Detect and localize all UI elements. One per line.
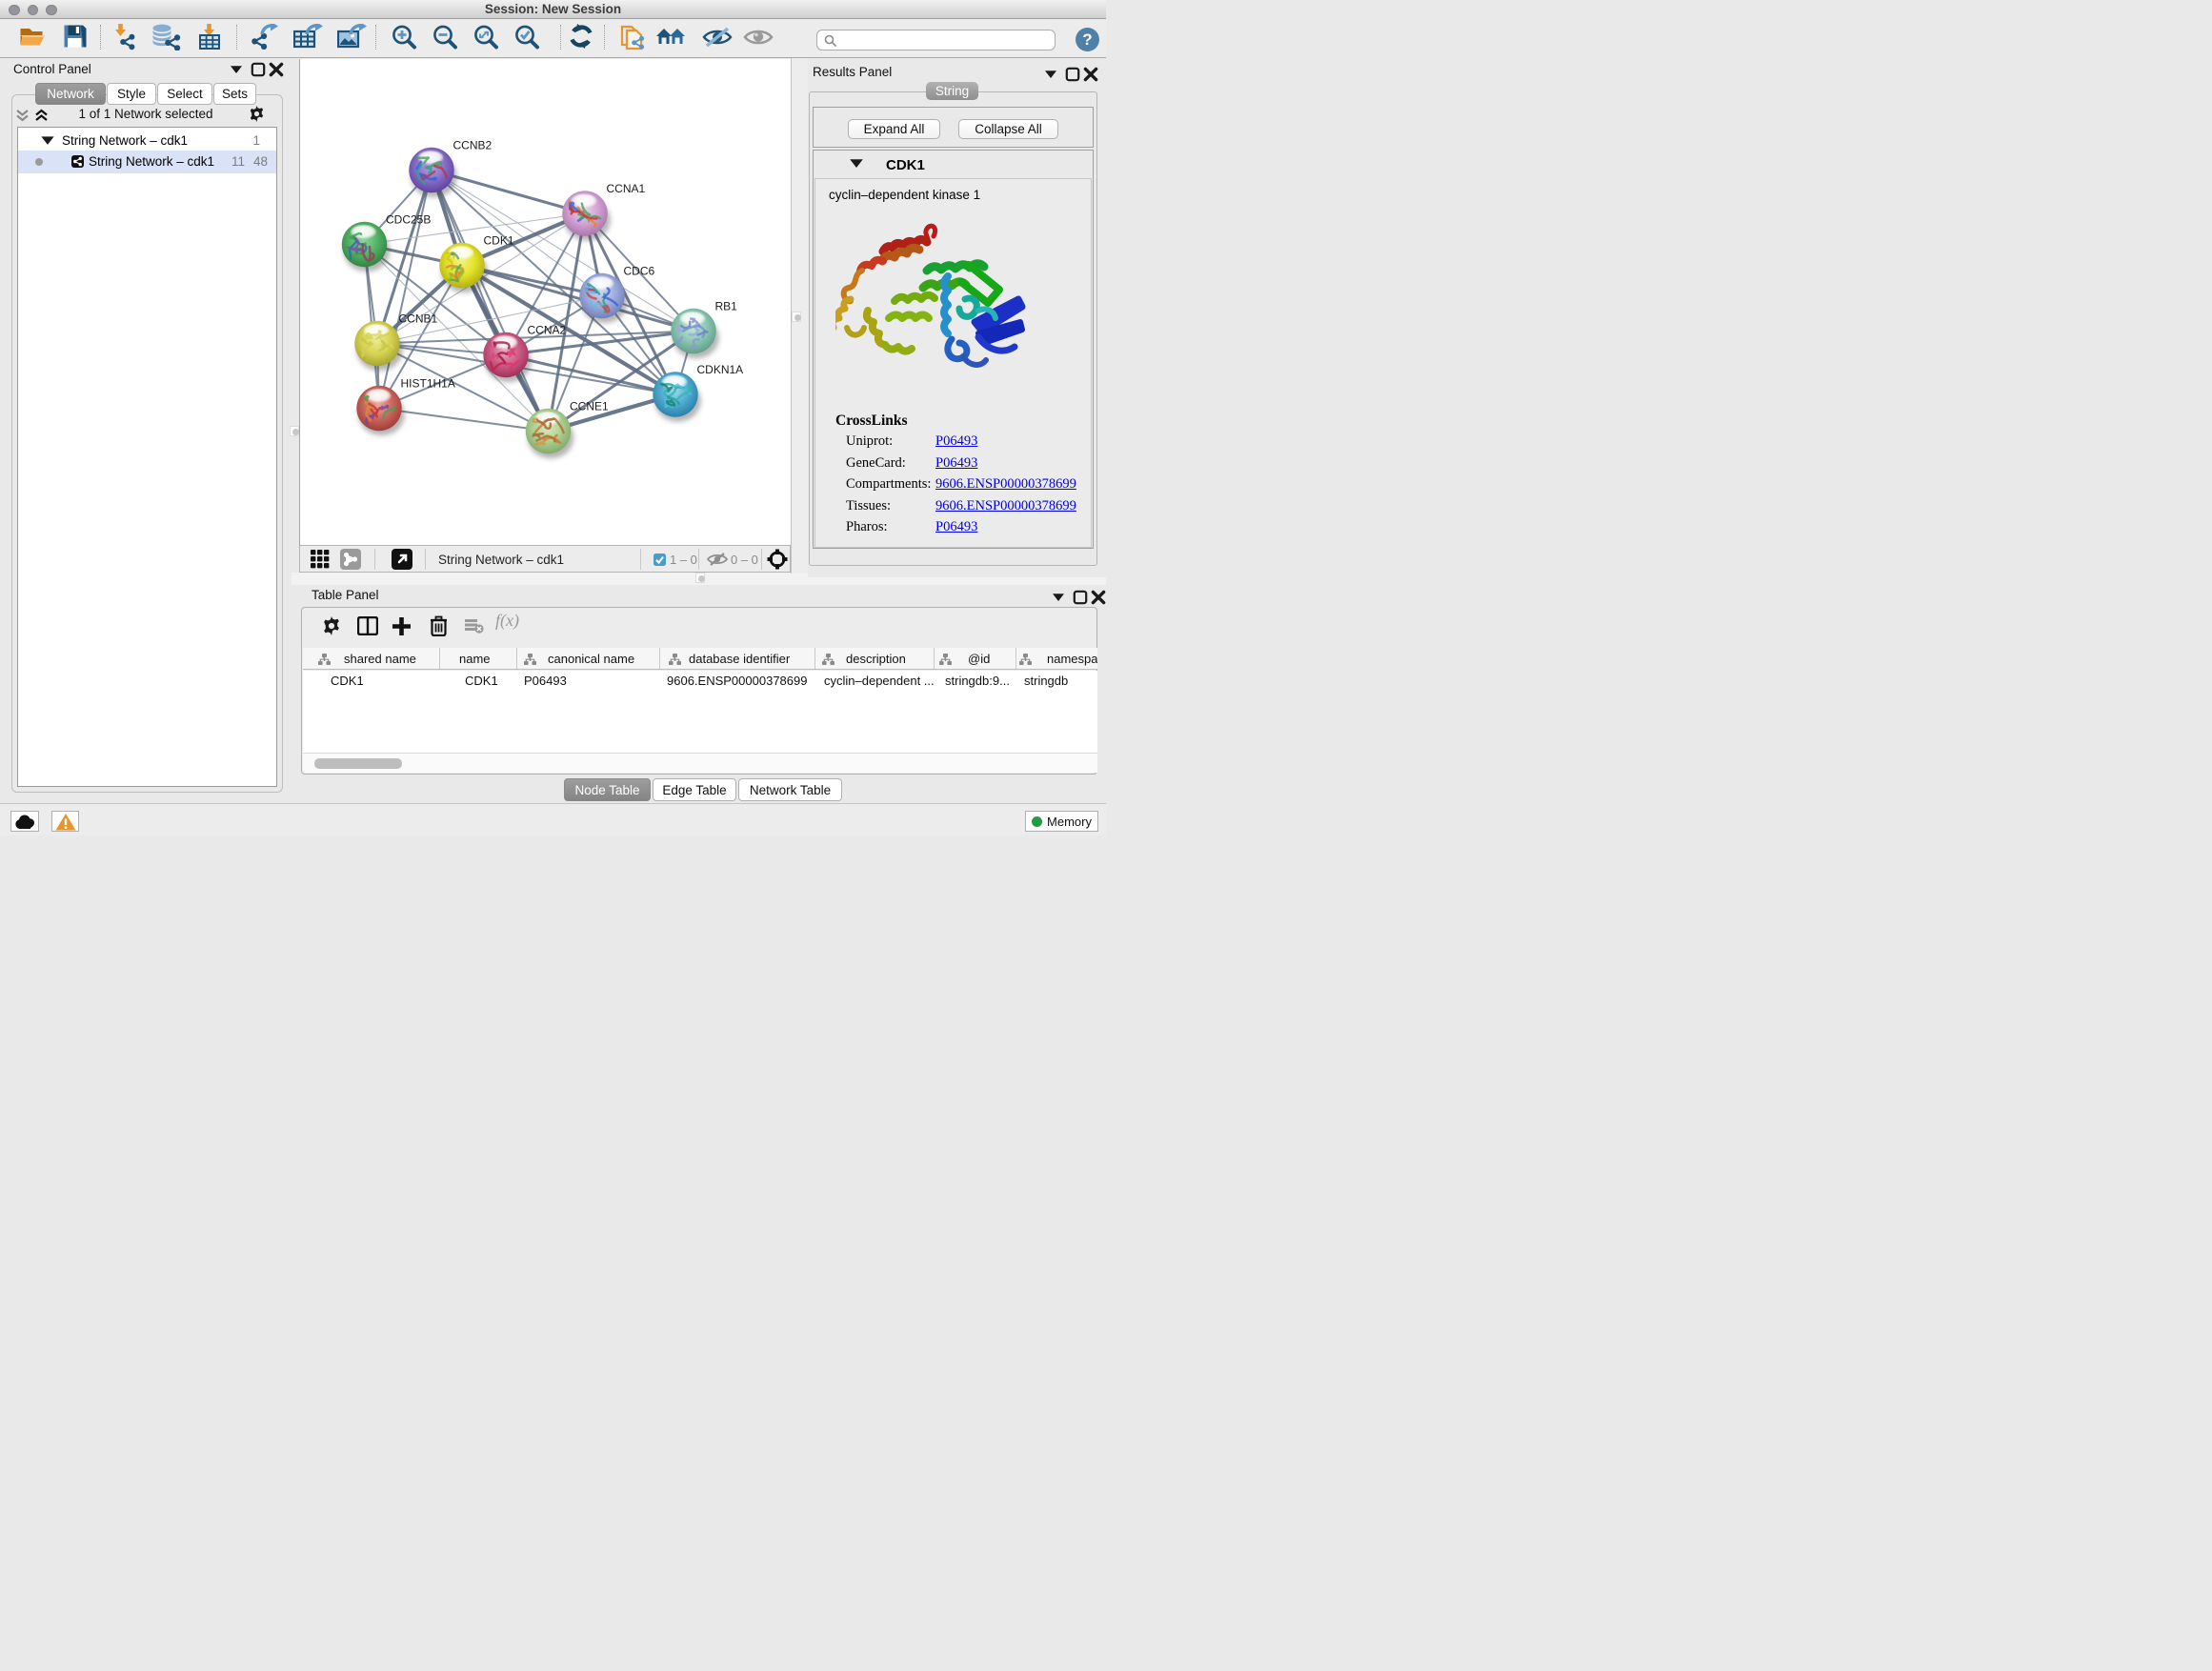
svg-text:CDK1: CDK1: [484, 234, 514, 248]
svg-text:CCNE1: CCNE1: [570, 400, 609, 413]
svg-text:CCNB1: CCNB1: [399, 312, 438, 326]
svg-text:RB1: RB1: [715, 300, 738, 313]
svg-text:CCNA1: CCNA1: [607, 182, 646, 195]
svg-text:CCNB2: CCNB2: [453, 139, 493, 152]
svg-text:CDKN1A: CDKN1A: [697, 363, 744, 376]
svg-text:HIST1H1A: HIST1H1A: [401, 377, 455, 391]
svg-text:CDC6: CDC6: [624, 265, 655, 278]
svg-text:CDC25B: CDC25B: [386, 213, 431, 227]
svg-text:CCNA2: CCNA2: [528, 324, 567, 337]
